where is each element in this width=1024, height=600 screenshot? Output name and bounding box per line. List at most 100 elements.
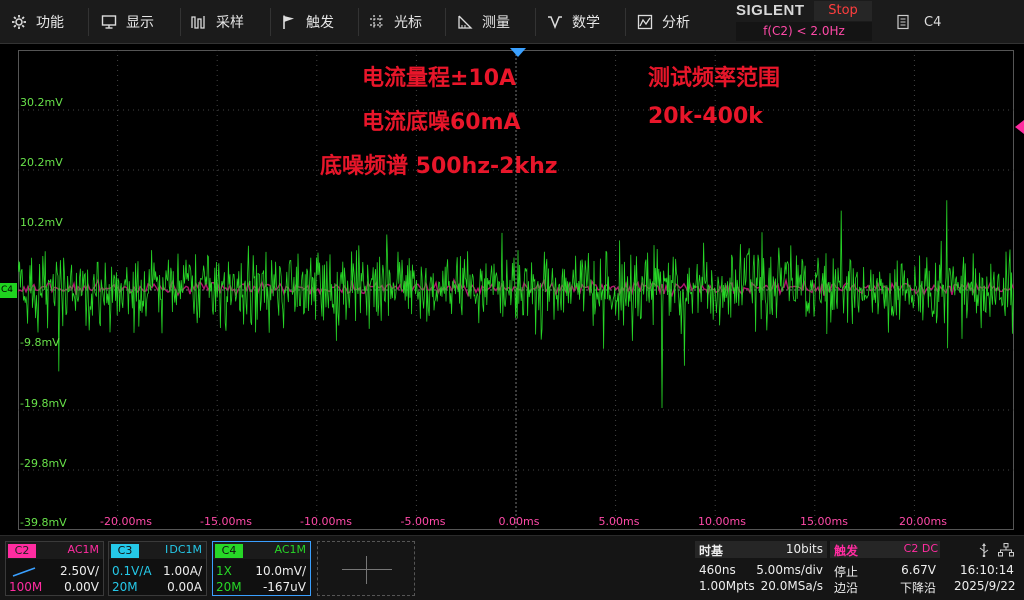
system-info-box: 16:10:14 2025/9/22 xyxy=(944,541,1024,596)
channel-c3-bwl-mark: I xyxy=(165,543,169,556)
channel-c3-probe: 0.1V/A xyxy=(112,564,152,578)
timebase-sample-rate: 20.0MSa/s xyxy=(760,579,823,593)
annotation-freq-range-title: 测试频率范围 xyxy=(648,66,781,91)
menu-divider xyxy=(445,8,446,36)
network-icon xyxy=(998,543,1014,560)
x-label: -15.00ms xyxy=(200,515,252,528)
system-date: 2025/9/22 xyxy=(954,579,1016,593)
trigger-slope: 下降沿 xyxy=(899,581,936,595)
add-channel-button[interactable] xyxy=(317,541,415,596)
channel-c4-box[interactable]: C4 AC1M 1X 10.0mV/ 20M -167uV xyxy=(212,541,311,596)
menu-display-label: 显示 xyxy=(126,15,154,31)
menu-divider xyxy=(625,8,626,36)
menu-cursors[interactable]: 光标 xyxy=(368,0,422,44)
trigger-level-marker[interactable] xyxy=(1015,120,1024,134)
x-label: 10.00ms xyxy=(698,515,746,528)
trigger-level: 6.67V xyxy=(901,563,936,577)
channel-c3-bandwidth: 20M xyxy=(112,580,138,594)
menu-trigger-label: 触发 xyxy=(306,15,334,31)
channel-c3-offset: 0.00A xyxy=(167,580,202,594)
y-label: -9.8mV xyxy=(20,336,60,349)
channel-c2-coupling: AC1M xyxy=(67,543,99,556)
active-channel-label: C4 xyxy=(924,14,942,30)
trigger-condition: f(C2) < 2.0Hz xyxy=(736,22,872,41)
usb-icon xyxy=(978,543,990,560)
measure-icon xyxy=(456,13,474,31)
x-label: -5.00ms xyxy=(400,515,446,528)
flag-icon xyxy=(280,13,298,31)
gear-icon xyxy=(10,13,28,31)
ch4-offset-marker[interactable]: C4 xyxy=(0,283,17,298)
channel-c4-tag: C4 xyxy=(215,544,243,558)
plus-icon xyxy=(342,569,392,570)
menu-divider xyxy=(358,8,359,36)
y-label: 30.2mV xyxy=(20,96,63,109)
system-time: 16:10:14 xyxy=(960,563,1014,577)
trigger-box[interactable]: 触发 C2 DC 停止 6.67V 边沿 下降沿 xyxy=(830,541,940,596)
x-label: 20.00ms xyxy=(899,515,947,528)
trigger-title: 触发 xyxy=(834,544,859,558)
channel-c3-tag: C3 xyxy=(111,544,139,558)
channel-c4-offset: -167uV xyxy=(262,580,306,594)
x-label: 0.00ms xyxy=(498,515,540,528)
active-channel-indicator[interactable]: C4 xyxy=(878,0,1024,44)
channel-c3-box[interactable]: C3 I DC1M 0.1V/A 1.00A/ 20M 0.00A xyxy=(108,541,207,596)
menu-divider xyxy=(180,8,181,36)
timebase-scale: 5.00ms/div xyxy=(756,563,823,577)
menu-math[interactable]: 数学 xyxy=(546,0,600,44)
menu-function[interactable]: 功能 xyxy=(10,0,64,44)
annotation-freq-range-value: 20k-400k xyxy=(648,104,763,129)
menu-acquire[interactable]: 采样 xyxy=(190,0,244,44)
menu-acquire-label: 采样 xyxy=(216,15,244,31)
acquire-icon xyxy=(190,13,208,31)
analysis-icon xyxy=(636,13,654,31)
channel-c4-scale: 10.0mV/ xyxy=(255,564,306,578)
trigger-position-marker[interactable] xyxy=(510,48,526,57)
x-label: 5.00ms xyxy=(598,515,640,528)
math-icon xyxy=(546,13,564,31)
menu-display[interactable]: 显示 xyxy=(100,0,154,44)
y-label: -29.8mV xyxy=(20,457,67,470)
channel-c3-coupling: DC1M xyxy=(169,543,202,556)
menu-math-label: 数学 xyxy=(572,15,600,31)
menu-measure-label: 测量 xyxy=(482,15,510,31)
status-block: SIGLENT Stop f(C2) < 2.0Hz xyxy=(728,0,874,44)
menu-divider xyxy=(88,8,89,36)
channel-c2-scale: 2.50V/ xyxy=(60,564,99,578)
menu-analysis-label: 分析 xyxy=(662,15,690,31)
timebase-title: 时基 xyxy=(699,544,724,558)
menu-cursors-label: 光标 xyxy=(394,15,422,31)
bottom-status-bar: C2 AC1M 2.50V/ 100M 0.00V C3 I DC1M 0.1V… xyxy=(0,535,1024,600)
menu-measure[interactable]: 测量 xyxy=(456,0,510,44)
timebase-box[interactable]: 时基 10bits 460ns 5.00ms/div 1.00Mpts 20.0… xyxy=(695,541,827,596)
channel-c4-coupling: AC1M xyxy=(274,543,306,556)
document-icon xyxy=(896,14,910,30)
channel-c4-bandwidth: 20M xyxy=(216,580,242,594)
menu-divider xyxy=(270,8,271,36)
menu-bar: 功能 显示 采样 触发 光标 测量 数学 分析 SIGLENT Stop f(C… xyxy=(0,0,1024,44)
trigger-type: 边沿 xyxy=(834,581,859,595)
channel-c2-box[interactable]: C2 AC1M 2.50V/ 100M 0.00V xyxy=(5,541,104,596)
siglent-logo: SIGLENT xyxy=(736,2,805,19)
channel-c3-scale: 1.00A/ xyxy=(163,564,202,578)
annotation-current-range: 电流量程±10A xyxy=(362,66,517,91)
x-label: 15.00ms xyxy=(800,515,848,528)
channel-c2-bandwidth: 100M xyxy=(9,580,43,594)
y-label: 10.2mV xyxy=(20,216,63,229)
timebase-memory: 1.00Mpts xyxy=(699,579,755,593)
trigger-mode: 停止 xyxy=(834,565,859,579)
channel-c4-probe: 1X xyxy=(216,564,232,578)
channel-c2-tag: C2 xyxy=(8,544,36,558)
monitor-icon xyxy=(100,13,118,31)
annotation-noise-floor: 电流底噪60mA xyxy=(362,110,521,135)
x-label: -20.00ms xyxy=(100,515,152,528)
run-stop-status[interactable]: Stop xyxy=(814,1,872,21)
menu-analysis[interactable]: 分析 xyxy=(636,0,690,44)
timebase-delay: 460ns xyxy=(699,563,736,577)
x-label: -10.00ms xyxy=(300,515,352,528)
menu-function-label: 功能 xyxy=(36,15,64,31)
timebase-bits: 10bits xyxy=(785,542,823,556)
annotation-noise-spectrum: 底噪频谱 500hz-2khz xyxy=(320,154,558,179)
menu-trigger[interactable]: 触发 xyxy=(280,0,334,44)
cursor-icon xyxy=(368,13,386,31)
